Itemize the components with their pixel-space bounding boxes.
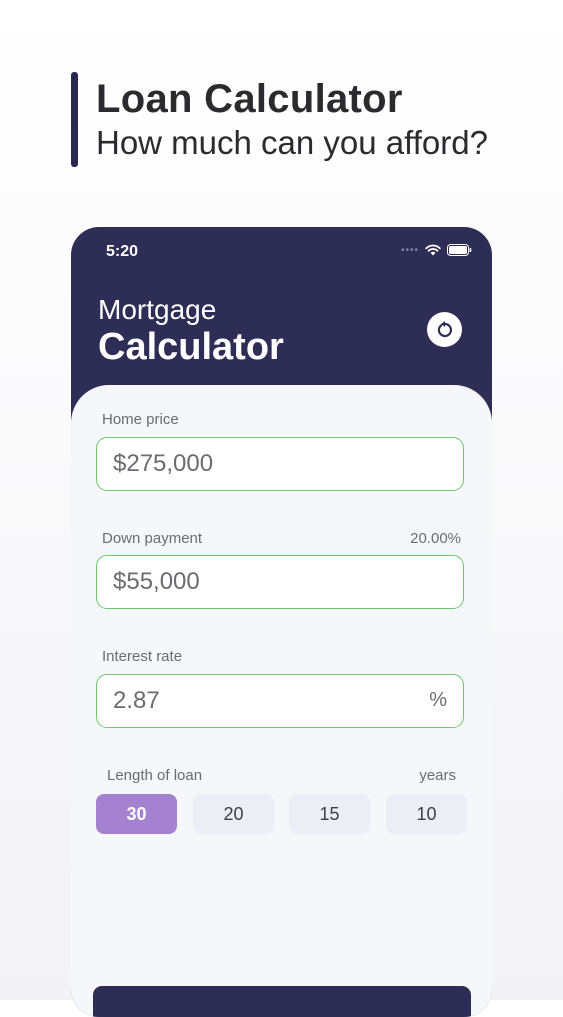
loan-term-30[interactable]: 30 [96,794,177,834]
interest-rate-value: 2.87 [113,687,160,714]
phone-screen: 5:20 •••• Mortgage Calculator Home price… [71,227,492,1017]
loan-length-label: Length of loan [107,767,203,784]
signal-dots-icon: •••• [400,244,419,256]
reset-button[interactable] [427,312,462,347]
home-price-label: Home price [102,411,179,428]
status-time: 5:20 [106,243,139,260]
home-price-value: $275,000 [113,450,214,477]
down-payment-percent: 20.00% [410,530,461,547]
loan-term-15[interactable]: 15 [289,794,370,834]
interest-rate-input[interactable]: 2.87 % [96,674,464,728]
loan-term-20[interactable]: 20 [193,794,274,834]
hero-subtitle: How much can you afford? [96,124,488,161]
hero-title: Loan Calculator [96,77,403,121]
percent-suffix: % [429,689,447,711]
app-title-line2: Calculator [98,326,284,368]
down-payment-input[interactable]: $55,000 [96,555,464,609]
app-title-line1: Mortgage [98,294,217,325]
wifi-icon [425,244,441,256]
battery-icon [447,244,472,256]
reset-icon [437,320,452,337]
form-sheet: Home price $275,000 Down payment 20.00% … [71,385,492,1017]
home-price-input[interactable]: $275,000 [96,437,464,491]
hero-accent-bar [71,72,78,167]
interest-rate-label: Interest rate [102,648,183,665]
down-payment-value: $55,000 [113,568,200,595]
calculate-button[interactable] [93,986,471,1017]
loan-term-10[interactable]: 10 [386,794,467,834]
status-icons: •••• [401,244,472,256]
down-payment-label: Down payment [102,530,203,547]
loan-length-unit: years [419,767,456,784]
